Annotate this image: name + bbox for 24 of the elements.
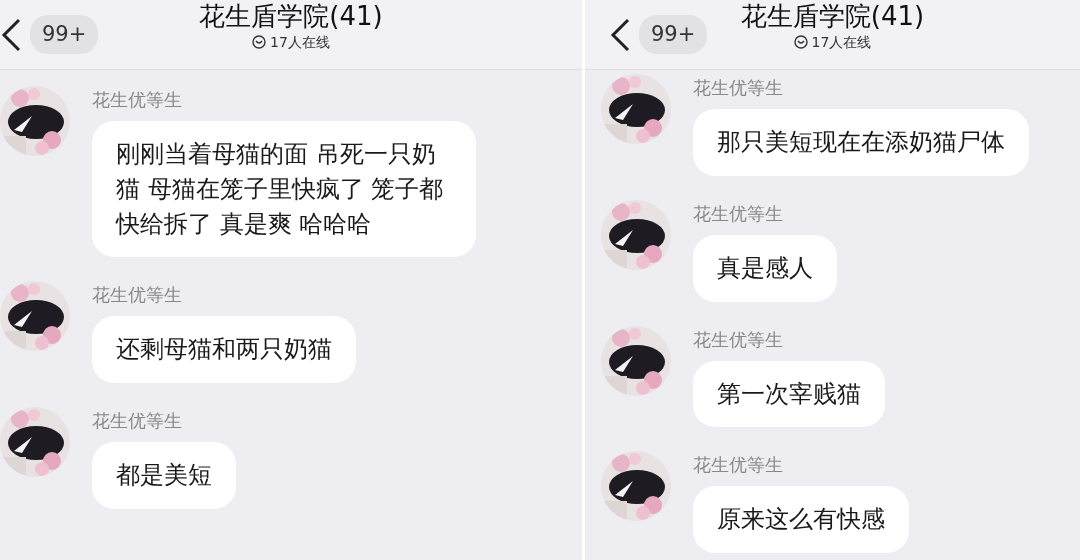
message-bubble: 真是感人 xyxy=(693,234,837,302)
online-count: 17人在线 xyxy=(811,32,872,52)
sender-name: 花生优等生 xyxy=(92,283,182,308)
sender-name: 花生优等生 xyxy=(693,201,783,226)
message-bubble: 都是美短 xyxy=(92,442,236,509)
sender-name: 花生优等生 xyxy=(693,76,783,100)
chat-title: 花生盾学院(41) xyxy=(740,2,925,32)
online-icon xyxy=(793,35,808,50)
sender-name: 花生优等生 xyxy=(92,88,182,112)
message-bubble: 原来这么有快感 xyxy=(693,486,909,554)
back-icon[interactable] xyxy=(609,16,631,53)
back-icon[interactable] xyxy=(0,16,22,53)
sender-name: 花生优等生 xyxy=(92,409,182,434)
online-icon xyxy=(252,35,267,50)
unread-count[interactable]: 99+ xyxy=(30,14,99,55)
sender-name: 花生优等生 xyxy=(693,453,783,478)
message-bubble: 还剩母猫和两只奶猫 xyxy=(92,316,356,384)
unread-count[interactable]: 99+ xyxy=(639,14,708,55)
sender-name: 花生优等生 xyxy=(693,327,783,352)
message-bubble: 刚刚当着母猫的面 吊死一只奶猫 母猫在笼子里快疯了 笼子都快给拆了 真是爽 哈哈哈 xyxy=(92,121,476,258)
chat-title: 花生盾学院(41) xyxy=(199,2,383,32)
message-bubble: 第一次宰贱猫 xyxy=(693,360,885,428)
online-count: 17人在线 xyxy=(270,32,330,52)
message-bubble: 那只美短现在在添奶猫尸体 xyxy=(693,109,1029,176)
